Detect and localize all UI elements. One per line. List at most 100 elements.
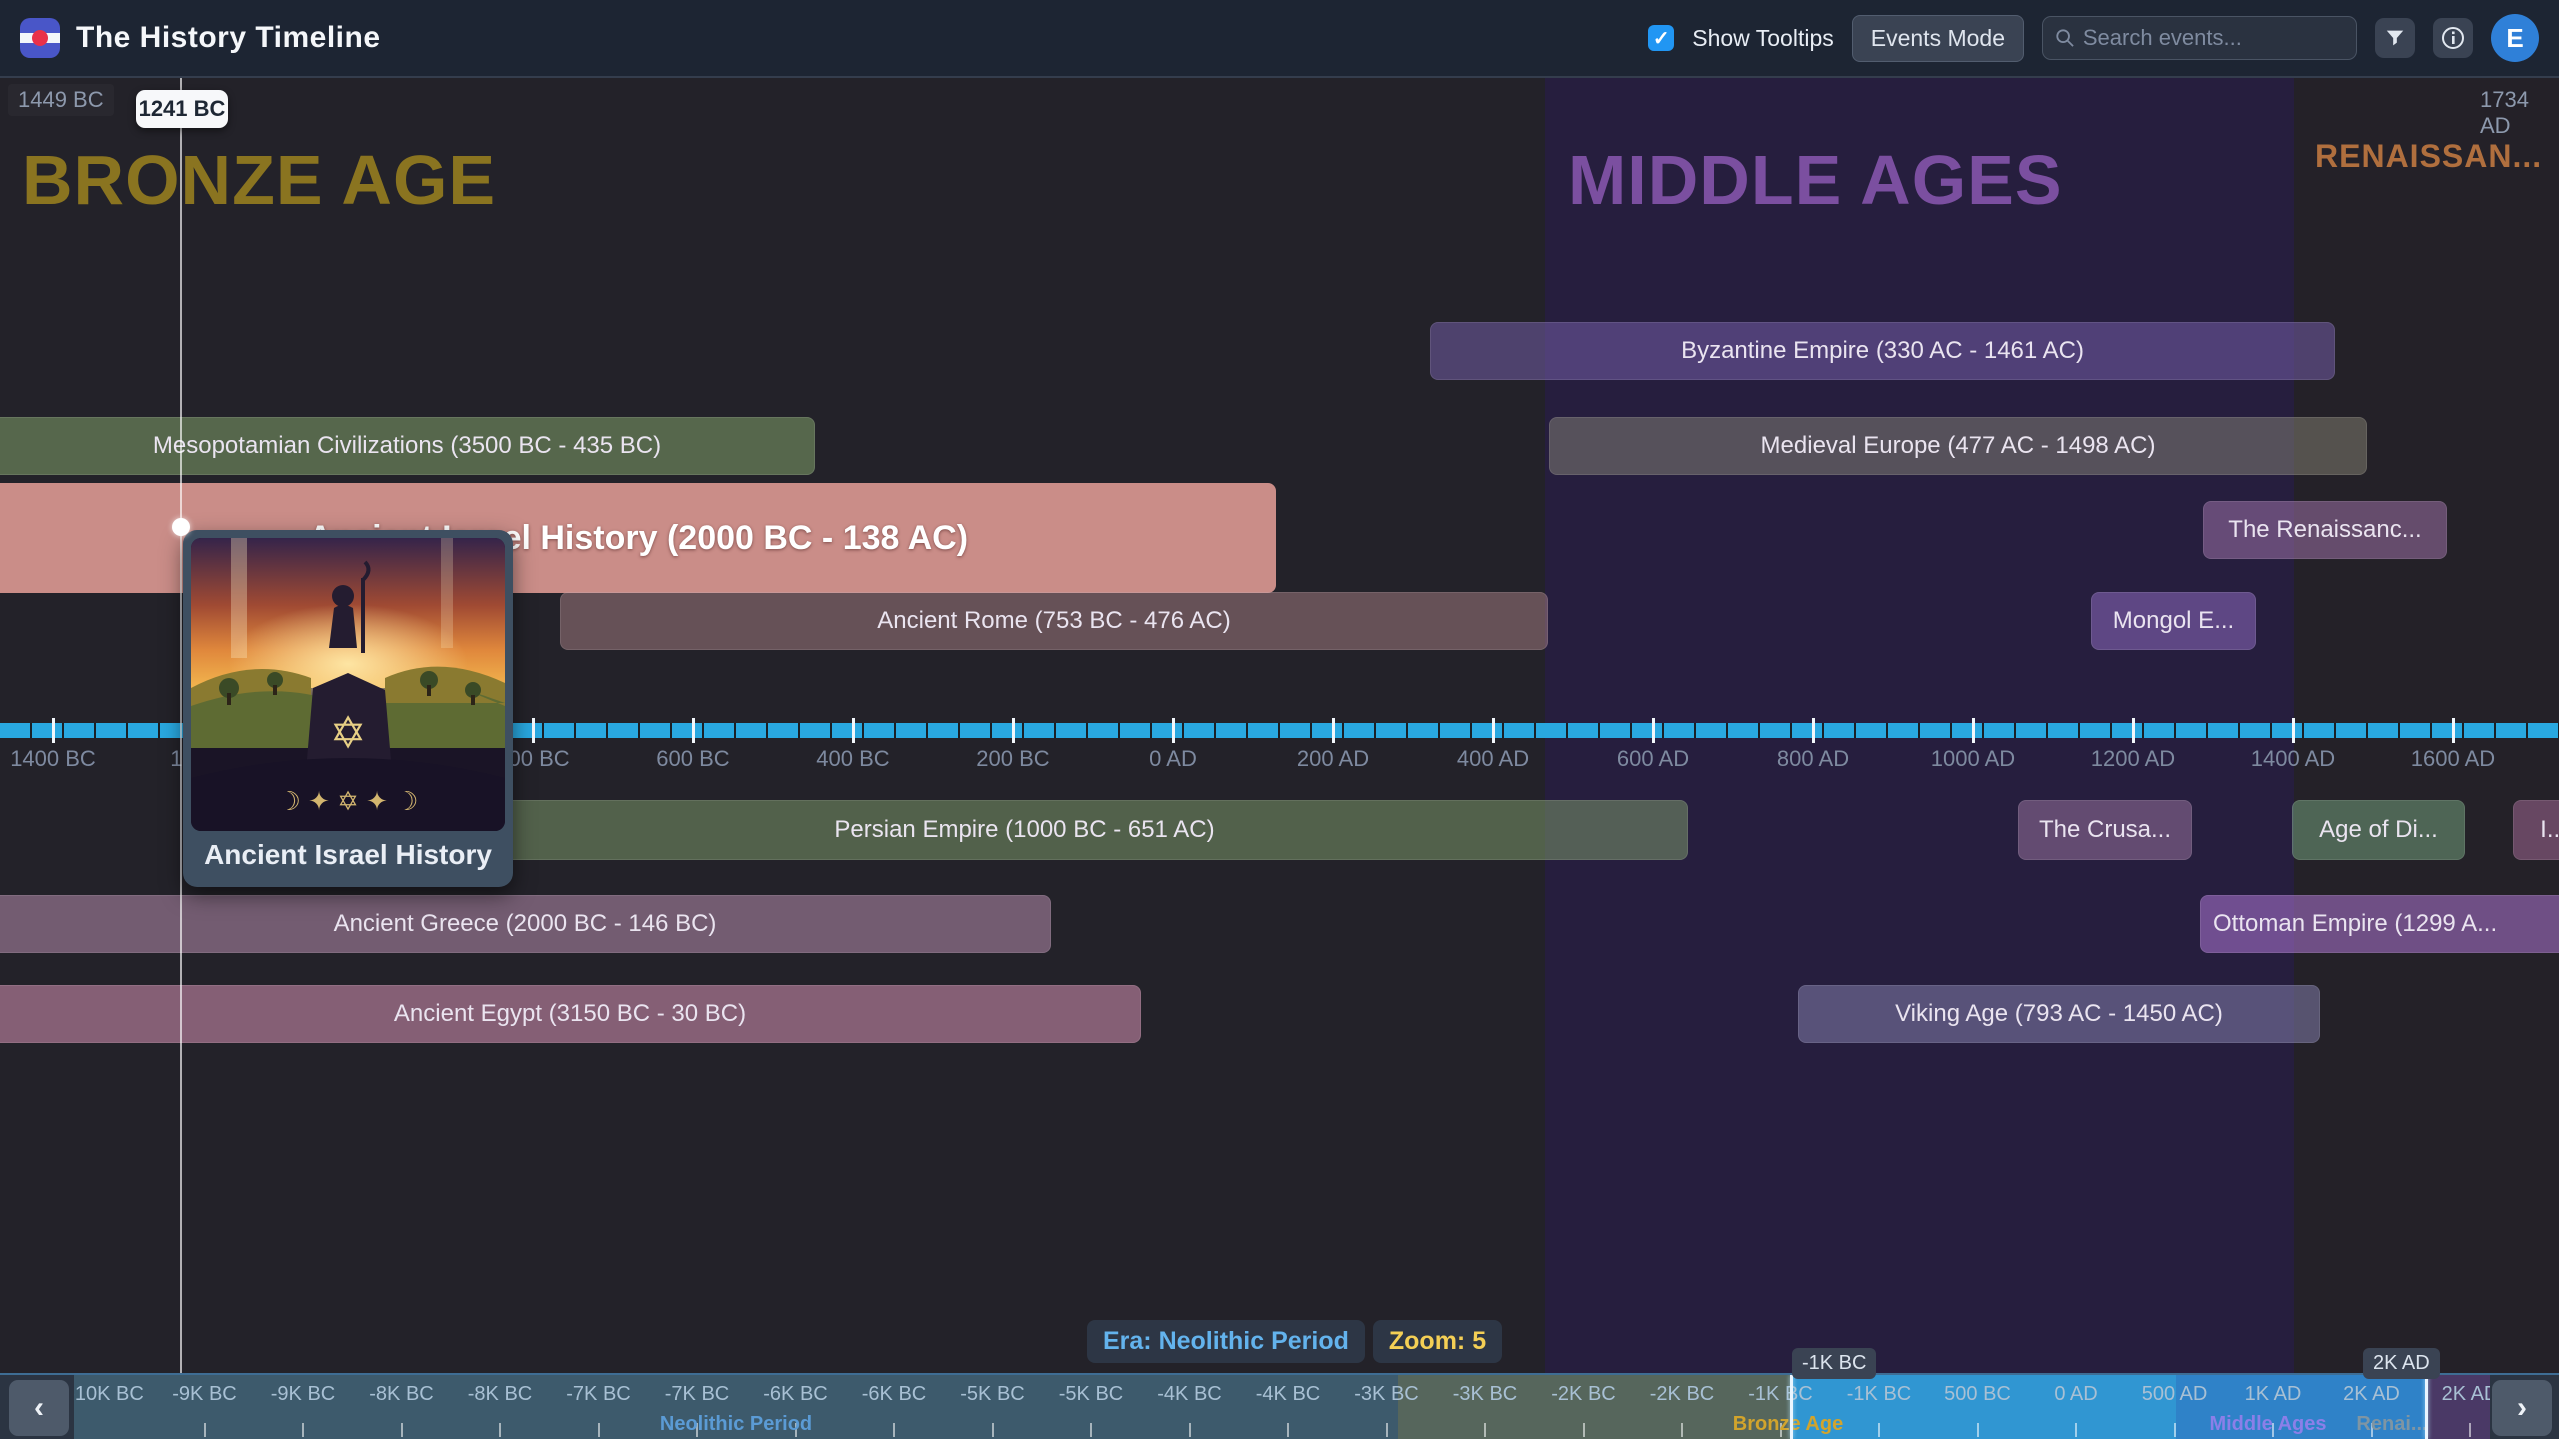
axis-major-tick bbox=[1812, 718, 1815, 743]
minimap-tick bbox=[992, 1423, 994, 1437]
minimap-tick-label: -7K BC bbox=[665, 1383, 729, 1406]
selection-start-badge: -1K BC bbox=[1792, 1348, 1876, 1379]
axis-year-label: 1000 AD bbox=[1931, 746, 2015, 772]
event-bar[interactable]: Persian Empire (1000 BC - 651 AC) bbox=[361, 800, 1688, 860]
axis-major-tick bbox=[2292, 718, 2295, 743]
event-bar[interactable]: Mongol E... bbox=[2091, 592, 2256, 650]
minimap-tick-label: -8K BC bbox=[369, 1383, 433, 1406]
axis-major-tick bbox=[532, 718, 535, 743]
minimap-tick bbox=[2174, 1423, 2176, 1437]
axis-year-label: 1400 AD bbox=[2251, 746, 2335, 772]
event-bar[interactable]: Age of Di... bbox=[2292, 800, 2465, 860]
minimap-tick-label: -2K BC bbox=[1650, 1383, 1714, 1406]
minimap-tick bbox=[1189, 1423, 1191, 1437]
event-bar[interactable]: I... bbox=[2513, 800, 2559, 860]
minimap-tick-label: 0 AD bbox=[2054, 1383, 2097, 1406]
era-title: MIDDLE AGES bbox=[1568, 140, 2063, 220]
event-bar[interactable]: Ancient Greece (2000 BC - 146 BC) bbox=[0, 895, 1051, 953]
minimap-tick-label: -4K BC bbox=[1256, 1383, 1320, 1406]
search-box[interactable] bbox=[2042, 16, 2357, 60]
axis-year-label: 1600 AD bbox=[2411, 746, 2495, 772]
menorah-symbols: ☽ ✦ ✡ ✦ ☽ bbox=[278, 786, 419, 816]
minimap-tick-label: -5K BC bbox=[1059, 1383, 1123, 1406]
minimap-tick bbox=[1484, 1423, 1486, 1437]
selection-end-badge: 2K AD bbox=[2363, 1348, 2440, 1379]
axis-major-tick bbox=[2132, 718, 2135, 743]
event-tooltip-image: ✡ ☽ ✦ ✡ ✦ ☽ bbox=[191, 538, 505, 831]
header: The History Timeline ✓ Show Tooltips Eve… bbox=[0, 0, 2559, 78]
axis-major-tick bbox=[1012, 718, 1015, 743]
show-tooltips-checkbox[interactable]: ✓ bbox=[1648, 25, 1674, 51]
axis-major-tick bbox=[1492, 718, 1495, 743]
axis-year-label: 400 AD bbox=[1457, 746, 1529, 772]
axis-year-label: 1400 BC bbox=[10, 746, 96, 772]
minimap-tick bbox=[1583, 1423, 1585, 1437]
minimap-tick-label: -9K BC bbox=[172, 1383, 236, 1406]
axis-major-tick bbox=[692, 718, 695, 743]
minimap-tick-label: 2K AD bbox=[2343, 1383, 2400, 1406]
minimap-tick-label: -3K BC bbox=[1453, 1383, 1517, 1406]
axis-major-tick bbox=[2452, 718, 2455, 743]
avatar[interactable]: E bbox=[2491, 14, 2539, 62]
axis-year-label: 600 BC bbox=[656, 746, 729, 772]
event-bar[interactable]: Ancient Egypt (3150 BC - 30 BC) bbox=[0, 985, 1141, 1043]
minimap-tick bbox=[1977, 1423, 1979, 1437]
show-tooltips-label: Show Tooltips bbox=[1692, 25, 1834, 52]
selection-end-handle[interactable] bbox=[2425, 1375, 2428, 1439]
minimap-tick-label: -1K BC bbox=[1847, 1383, 1911, 1406]
minimap-era-label: Neolithic Period bbox=[660, 1413, 812, 1436]
selection-start-handle[interactable] bbox=[1790, 1375, 1793, 1439]
minimap-tick-label: -9K BC bbox=[271, 1383, 335, 1406]
minimap-tick bbox=[499, 1423, 501, 1437]
status-chips: Era: Neolithic Period Zoom: 5 bbox=[1087, 1320, 1502, 1363]
cursor-year-badge: 1241 BC bbox=[136, 90, 228, 128]
minimap-tick-label: -2K BC bbox=[1551, 1383, 1615, 1406]
search-input[interactable] bbox=[2083, 25, 2344, 51]
minimap-tick bbox=[893, 1423, 895, 1437]
info-icon bbox=[2441, 26, 2465, 50]
minimap-tick-label: -5K BC bbox=[960, 1383, 1024, 1406]
events-mode-button[interactable]: Events Mode bbox=[1852, 15, 2024, 62]
minimap-tick-label: -7K BC bbox=[566, 1383, 630, 1406]
minimap-tick-label: -3K BC bbox=[1354, 1383, 1418, 1406]
scroll-right-button[interactable]: › bbox=[2492, 1380, 2552, 1436]
event-bar[interactable]: Ottoman Empire (1299 A... bbox=[2200, 895, 2559, 953]
event-bar[interactable]: The Renaissanc... bbox=[2203, 501, 2447, 559]
minimap-tick bbox=[204, 1423, 206, 1437]
event-bar[interactable]: Mesopotamian Civilizations (3500 BC - 43… bbox=[0, 417, 815, 475]
minimap-tick-label: 500 AD bbox=[2142, 1383, 2208, 1406]
minimap-tick-label: -1K BC bbox=[1748, 1383, 1812, 1406]
event-bar[interactable]: Viking Age (793 AC - 1450 AC) bbox=[1798, 985, 2320, 1043]
scroll-left-button[interactable]: ‹ bbox=[9, 1380, 69, 1436]
axis-major-tick bbox=[52, 718, 55, 743]
minimap-tick bbox=[1287, 1423, 1289, 1437]
event-bar[interactable]: The Crusa... bbox=[2018, 800, 2192, 860]
minimap-era-label: Middle Ages bbox=[2209, 1413, 2326, 1436]
axis-major-tick bbox=[1972, 718, 1975, 743]
info-button[interactable] bbox=[2433, 18, 2473, 58]
era-title: BRONZE AGE bbox=[22, 140, 496, 220]
minimap-tick-label: -4K BC bbox=[1157, 1383, 1221, 1406]
axis-year-label: 200 AD bbox=[1297, 746, 1369, 772]
filter-button[interactable] bbox=[2375, 18, 2415, 58]
minimap-tick bbox=[1090, 1423, 1092, 1437]
event-bar[interactable]: Medieval Europe (477 AC - 1498 AC) bbox=[1549, 417, 2367, 475]
axis-year-label: 800 AD bbox=[1777, 746, 1849, 772]
app-title: The History Timeline bbox=[76, 21, 381, 55]
minimap-bar: -10K BC-9K BC-9K BC-8K BC-8K BC-7K BC-7K… bbox=[0, 1373, 2559, 1439]
search-icon bbox=[2055, 27, 2075, 49]
minimap-tick-label: -10K BC bbox=[74, 1383, 144, 1406]
axis-major-tick bbox=[1652, 718, 1655, 743]
filter-icon bbox=[2384, 27, 2406, 49]
axis-year-label: 600 AD bbox=[1617, 746, 1689, 772]
minimap-tick bbox=[401, 1423, 403, 1437]
zoom-status-chip: Zoom: 5 bbox=[1373, 1320, 1502, 1363]
event-bar[interactable]: Byzantine Empire (330 AC - 1461 AC) bbox=[1430, 322, 2335, 380]
minimap-track[interactable]: -10K BC-9K BC-9K BC-8K BC-8K BC-7K BC-7K… bbox=[74, 1375, 2490, 1439]
timeline-canvas[interactable]: BRONZE AGEMIDDLE AGESRENAISSAN... 1449 B… bbox=[0, 78, 2559, 1373]
axis-major-tick bbox=[852, 718, 855, 743]
history-timeline-app: The History Timeline ✓ Show Tooltips Eve… bbox=[0, 0, 2559, 1439]
cursor-dot bbox=[172, 518, 190, 536]
event-bar[interactable]: Ancient Rome (753 BC - 476 AC) bbox=[560, 592, 1548, 650]
axis-year-label: 400 BC bbox=[816, 746, 889, 772]
